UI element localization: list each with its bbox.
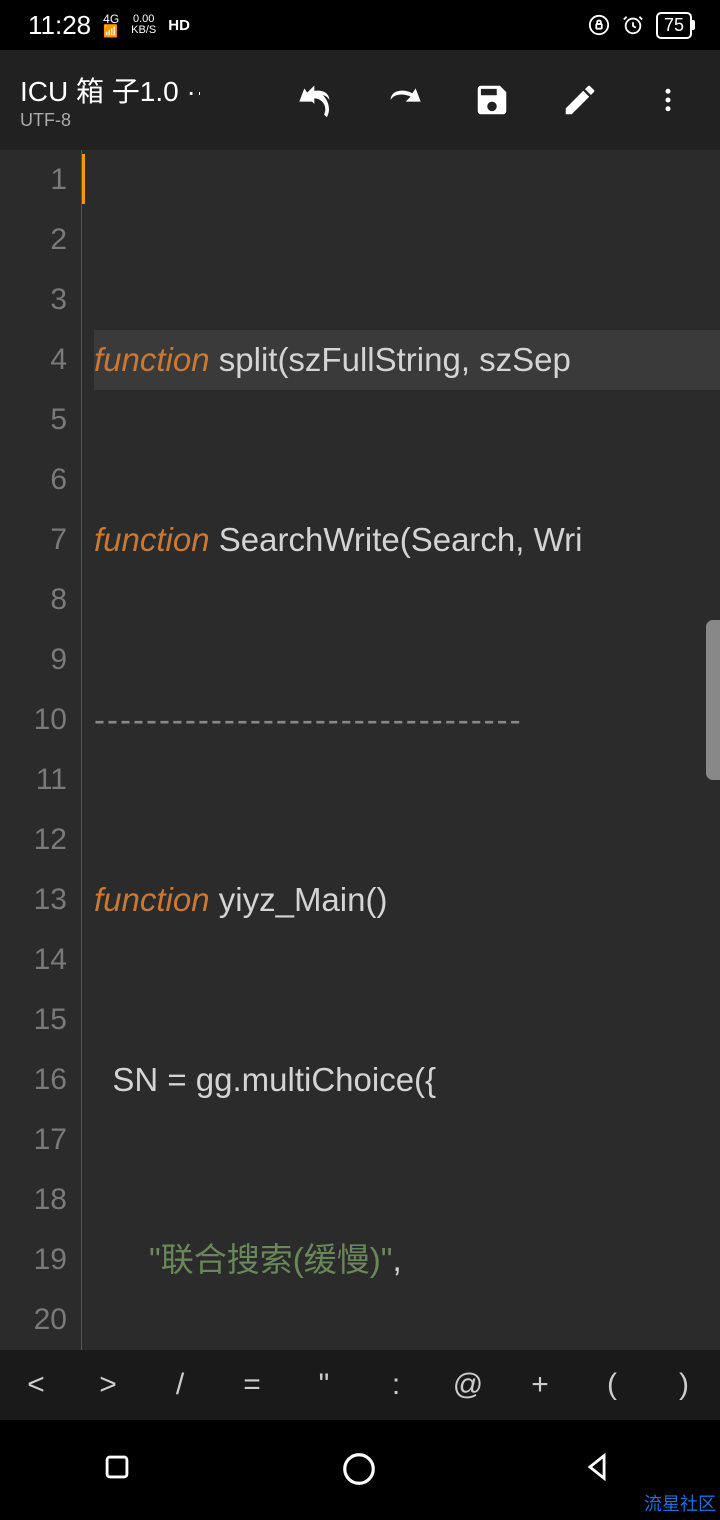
code-area[interactable]: function split(szFullString, szSep funct… [82,150,720,1350]
sym-key-eq[interactable]: = [216,1368,288,1402]
code-line: function yiyz_Main() [94,870,720,930]
battery-icon: 75 [656,12,692,39]
text-cursor [82,154,85,204]
sym-key-lt[interactable]: < [0,1368,72,1402]
hd-icon: HD [168,17,190,34]
sym-key-slash[interactable]: / [144,1368,216,1402]
file-name: ICU 箱 子1.0 ··· [20,70,200,110]
watermark: 流星社区 [644,1490,716,1516]
sym-key-gt[interactable]: > [72,1368,144,1402]
save-button[interactable] [472,80,512,120]
navigation-bar [0,1420,720,1520]
code-line: "联合搜索(缓慢)", [94,1230,720,1290]
nav-back-button[interactable] [580,1450,620,1490]
sym-key-colon[interactable]: : [360,1368,432,1402]
lock-icon [588,14,610,36]
nav-recent-button[interactable] [100,1450,140,1490]
sym-key-at[interactable]: @ [432,1368,504,1402]
sym-key-lparen[interactable]: ( [576,1368,648,1402]
sym-key-quote[interactable]: " [288,1368,360,1402]
status-time: 11:28 [28,10,91,41]
sym-key-plus[interactable]: + [504,1368,576,1402]
line-gutter: 1234567891011121314151617181920 [0,150,82,1350]
more-button[interactable] [648,80,688,120]
alarm-icon [622,14,644,36]
nav-home-button[interactable] [340,1450,380,1490]
code-line: function split(szFullString, szSep [94,330,720,390]
scrollbar-thumb[interactable] [706,620,720,780]
edit-button[interactable] [560,80,600,120]
code-line: --------------------------------- [94,690,720,750]
code-line: function SearchWrite(Search, Wri [94,510,720,570]
code-editor[interactable]: 1234567891011121314151617181920 function… [0,150,720,1350]
code-line: SN = gg.multiChoice({ [94,1050,720,1110]
file-info[interactable]: ICU 箱 子1.0 ··· UTF-8 [20,70,200,131]
signal-icon: 4G📶 [103,13,119,37]
app-bar: ICU 箱 子1.0 ··· UTF-8 [0,50,720,150]
undo-button[interactable] [296,80,336,120]
redo-button[interactable] [384,80,424,120]
file-encoding: UTF-8 [20,110,200,131]
symbol-bar: < > / = " : @ + ( ) [0,1350,720,1420]
sym-key-rparen[interactable]: ) [648,1368,720,1402]
status-bar: 11:28 4G📶 0.00KB/S HD 75 [0,0,720,50]
net-speed: 0.00KB/S [131,14,156,36]
